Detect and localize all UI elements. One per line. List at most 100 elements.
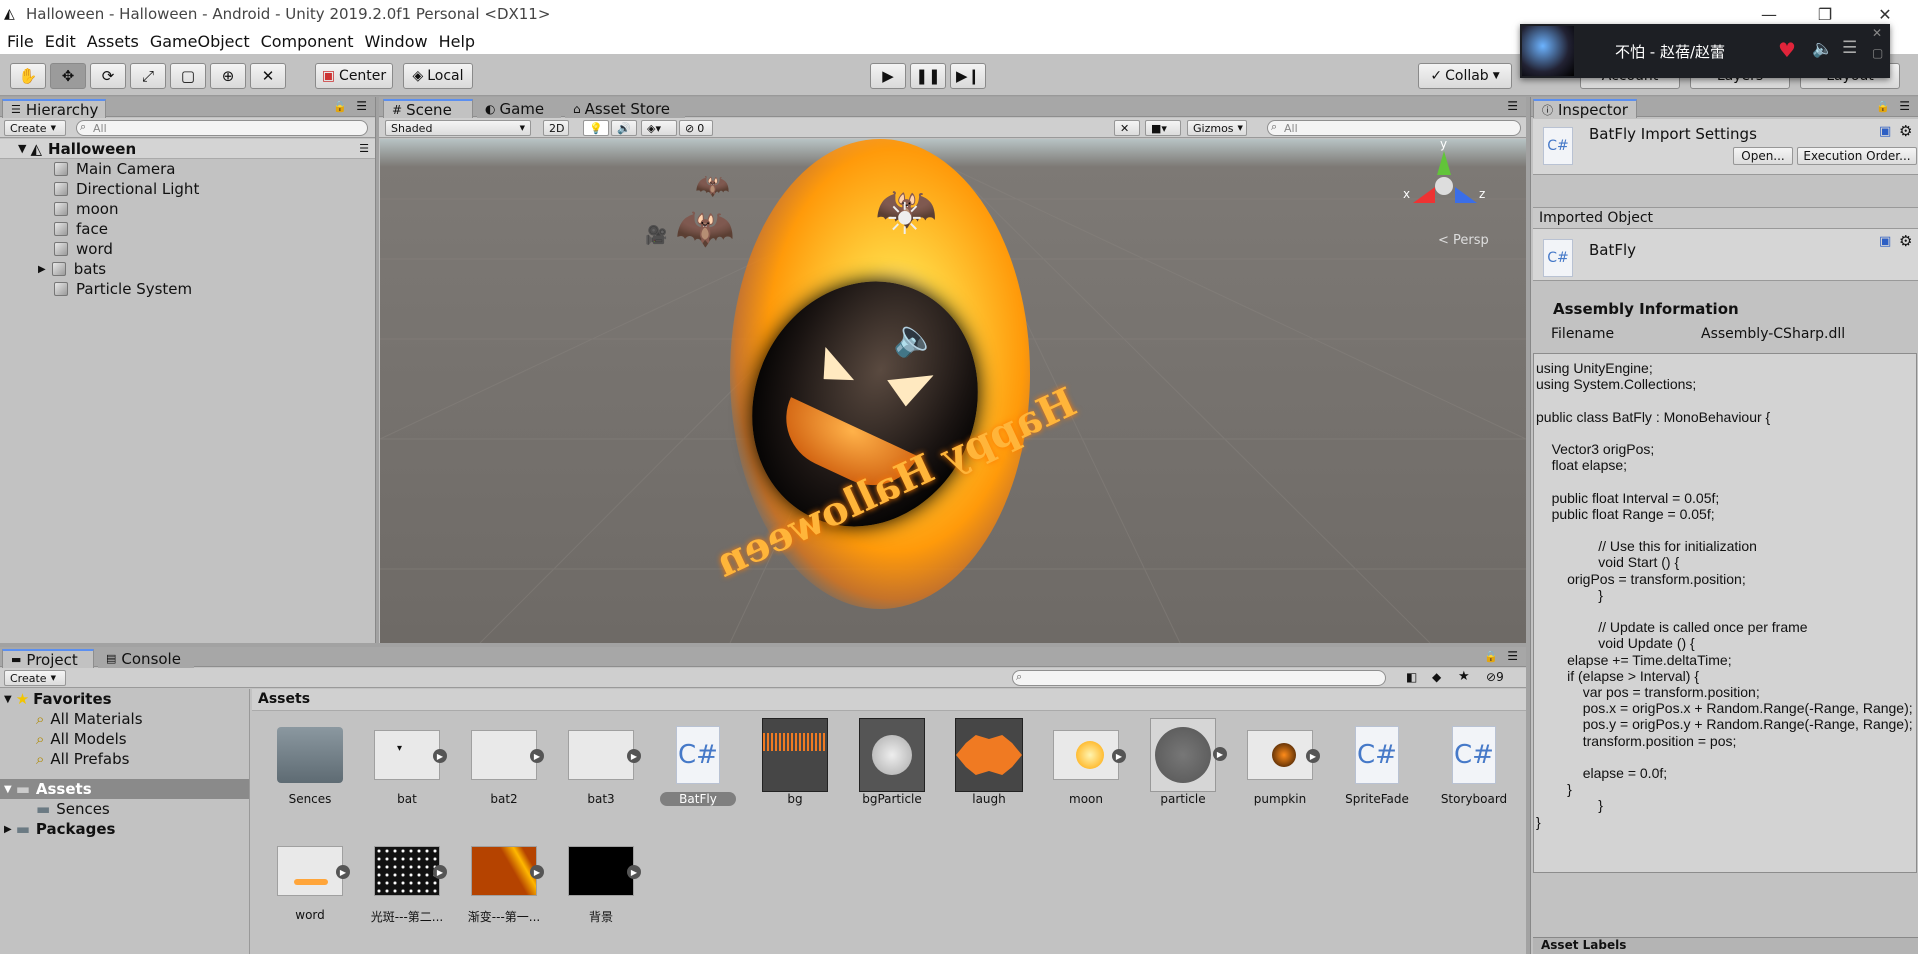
asset-item[interactable]: ▶ 背景 xyxy=(561,838,641,925)
asset-item[interactable]: bg xyxy=(755,718,835,806)
play-icon[interactable]: ▶ xyxy=(1112,749,1126,763)
tree-item[interactable]: ⌕ All Models xyxy=(0,729,249,749)
project-search-input[interactable] xyxy=(1012,670,1386,686)
effects-toggle[interactable]: ◈▾ xyxy=(641,120,677,136)
hierarchy-search-input[interactable]: All xyxy=(76,120,368,136)
tab-game[interactable]: ◐ Game xyxy=(477,99,561,118)
hierarchy-item[interactable]: Directional Light xyxy=(0,179,375,199)
expand-arrow-icon[interactable]: ▶ xyxy=(4,824,12,835)
tab-asset-store[interactable]: ⌂ Asset Store xyxy=(565,99,685,118)
play-icon[interactable]: ▶ xyxy=(627,865,641,879)
orientation-gizmo[interactable]: y x z xyxy=(1403,139,1485,225)
asset-item[interactable]: C# SpriteFade xyxy=(1337,722,1417,806)
tree-item[interactable]: ⌕ All Prefabs xyxy=(0,749,249,769)
pause-button[interactable]: ❚❚ xyxy=(910,63,946,89)
popup-expand-icon[interactable]: ▢ xyxy=(1872,46,1883,60)
asset-item[interactable]: ▶ bat3 xyxy=(561,722,641,806)
hierarchy-create-button[interactable]: Create ▼ xyxy=(4,120,66,136)
2d-toggle[interactable]: 2D xyxy=(543,120,569,136)
hand-tool-button[interactable]: ✋ xyxy=(10,63,46,89)
asset-item[interactable]: ▾ ▶ bat xyxy=(367,722,447,806)
menu-file[interactable]: File xyxy=(7,32,34,51)
rect-tool-button[interactable]: ▢ xyxy=(170,63,206,89)
asset-item[interactable]: C# BatFly xyxy=(658,722,738,806)
panel-menu-icon[interactable]: ☰ xyxy=(1507,649,1518,663)
play-icon[interactable]: ▶ xyxy=(530,865,544,879)
tree-favorites[interactable]: ▼ ★ Favorites xyxy=(0,689,249,709)
audio-gizmo-icon[interactable]: 🔈 xyxy=(893,317,938,359)
asset-item[interactable]: ▶ 光斑---第二... xyxy=(367,838,447,925)
play-icon[interactable]: ▶ xyxy=(1306,749,1320,763)
menu-assets[interactable]: Assets xyxy=(87,32,139,51)
audio-toggle[interactable]: 🔊 xyxy=(611,120,637,136)
scene-root-row[interactable]: ▼ ◭ Halloween ☰ xyxy=(0,139,375,159)
lock-icon[interactable]: 🔒 xyxy=(1484,650,1498,663)
breadcrumb-label[interactable]: Assets xyxy=(258,691,310,707)
expand-arrow-icon[interactable]: ▶ xyxy=(38,264,46,275)
expand-arrow-icon[interactable]: ▼ xyxy=(18,142,26,155)
menu-edit[interactable]: Edit xyxy=(45,32,76,51)
panel-menu-icon[interactable]: ☰ xyxy=(1507,99,1518,113)
asset-item[interactable]: ▶ bat2 xyxy=(464,722,544,806)
menu-help[interactable]: Help xyxy=(439,32,475,51)
tab-console[interactable]: ▤ Console xyxy=(98,649,194,668)
hierarchy-item[interactable]: face xyxy=(0,219,375,239)
scale-tool-button[interactable]: ⤢ xyxy=(130,63,166,89)
persp-label[interactable]: < Persp xyxy=(1438,233,1489,248)
asset-item[interactable]: ▶ 渐变---第一... xyxy=(464,838,544,925)
gear-icon[interactable]: ⚙ xyxy=(1899,232,1912,250)
custom-tool-button[interactable]: ✕ xyxy=(250,63,286,89)
filter-type-icon[interactable]: ◧ xyxy=(1406,670,1417,684)
lock-icon[interactable]: 🔒 xyxy=(333,100,347,113)
favorite-star-icon[interactable]: ★ xyxy=(1458,669,1470,684)
panel-menu-icon[interactable]: ☰ xyxy=(356,99,367,113)
lighting-toggle[interactable]: 💡 xyxy=(583,120,609,136)
tab-inspector[interactable]: ⓘ Inspector xyxy=(1533,99,1637,119)
transform-tool-button[interactable]: ⊕ xyxy=(210,63,246,89)
camera-settings-button[interactable]: ■▾ xyxy=(1145,120,1181,136)
play-button[interactable]: ▶ xyxy=(870,63,906,89)
hidden-packages-icon[interactable]: ⊘9 xyxy=(1486,670,1504,684)
hierarchy-item[interactable]: ▶ bats xyxy=(0,259,375,279)
gizmos-dropdown[interactable]: Gizmos ▼ xyxy=(1187,120,1247,136)
scene-menu-icon[interactable]: ☰ xyxy=(359,142,369,155)
hierarchy-item[interactable]: Main Camera xyxy=(0,159,375,179)
expand-arrow-icon[interactable]: ▼ xyxy=(4,694,12,705)
heart-icon[interactable]: ♥ xyxy=(1778,38,1796,62)
hidden-objects-toggle[interactable]: ⊘ 0 xyxy=(679,120,713,136)
collab-button[interactable]: ✓ Collab ▼ xyxy=(1418,63,1512,89)
play-icon[interactable]: ▶ xyxy=(433,865,447,879)
script-preview[interactable]: using UnityEngine; using System.Collecti… xyxy=(1533,353,1917,873)
project-create-button[interactable]: Create ▼ xyxy=(4,670,66,686)
rotate-tool-button[interactable]: ⟳ xyxy=(90,63,126,89)
tools-toggle[interactable]: ✕ xyxy=(1114,120,1140,136)
asset-item[interactable]: ▶ word xyxy=(270,838,350,922)
menu-gameobject[interactable]: GameObject xyxy=(150,32,250,51)
popup-close-icon[interactable]: ✕ xyxy=(1872,26,1882,40)
light-gizmo-icon[interactable]: ☀ xyxy=(885,194,924,245)
help-icon[interactable]: ▣ xyxy=(1879,124,1891,139)
pivot-local-button[interactable]: ◈ Local xyxy=(403,63,473,89)
asset-item[interactable]: ▶ particle xyxy=(1143,718,1227,806)
asset-item[interactable]: Sences xyxy=(270,722,350,806)
hierarchy-item[interactable]: Particle System xyxy=(0,279,375,299)
tab-hierarchy[interactable]: ☰ Hierarchy xyxy=(2,99,106,119)
play-icon[interactable]: ▶ xyxy=(336,865,350,879)
play-icon[interactable]: ▶ xyxy=(433,749,447,763)
step-button[interactable]: ▶❙ xyxy=(950,63,986,89)
execution-order-button[interactable]: Execution Order... xyxy=(1797,147,1917,165)
pivot-center-button[interactable]: ▣ Center xyxy=(315,63,393,89)
hierarchy-item[interactable]: moon xyxy=(0,199,375,219)
asset-item[interactable]: laugh xyxy=(949,718,1029,806)
panel-menu-icon[interactable]: ☰ xyxy=(1899,99,1910,113)
filter-label-icon[interactable]: ◆ xyxy=(1432,670,1441,684)
lock-icon[interactable]: 🔒 xyxy=(1876,100,1890,113)
play-icon[interactable]: ▶ xyxy=(1213,747,1227,761)
hierarchy-item[interactable]: word xyxy=(0,239,375,259)
expand-arrow-icon[interactable]: ▼ xyxy=(4,784,12,795)
tab-scene[interactable]: # Scene xyxy=(383,99,473,119)
play-icon[interactable]: ▶ xyxy=(627,749,641,763)
asset-item[interactable]: C# Storyboard xyxy=(1434,722,1514,806)
scene-search-input[interactable]: All xyxy=(1267,120,1521,136)
play-icon[interactable]: ▶ xyxy=(530,749,544,763)
